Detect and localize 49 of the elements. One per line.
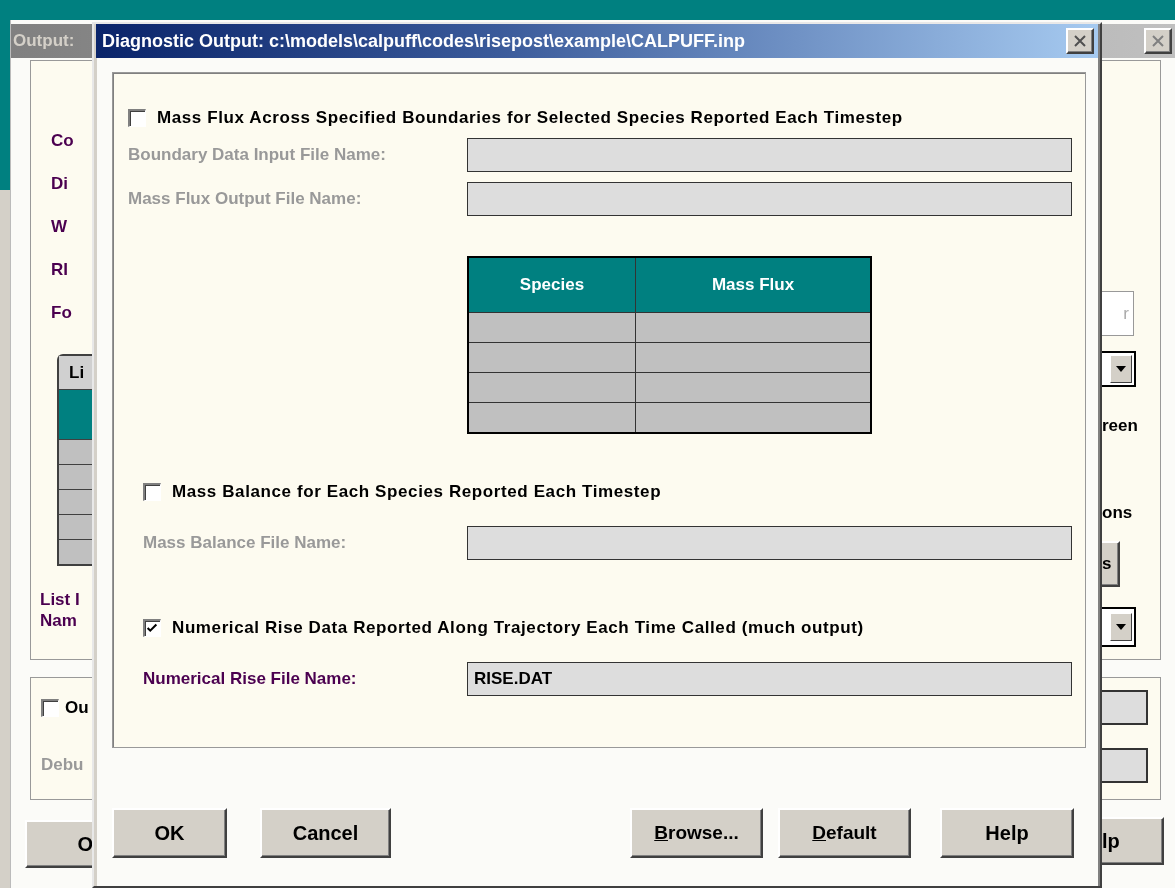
caption-text: Nam <box>40 610 78 631</box>
input-field[interactable] <box>467 526 1072 560</box>
field-label: W <box>51 216 69 238</box>
ok-button[interactable]: O <box>25 820 92 868</box>
checkbox-label: Ou <box>65 698 89 718</box>
input-field[interactable] <box>467 182 1072 216</box>
option-label: ons <box>1102 502 1134 524</box>
close-icon <box>1151 35 1165 47</box>
field-label: Co <box>51 130 75 152</box>
window-title: Diagnostic Output: c:\models\calpuff\codes\risepost\example\CALPUFF.inp <box>102 30 746 52</box>
field-label: Di <box>51 173 69 195</box>
checkbox-label: Mass Flux Across Specified Boundaries for Selected Species Reported Each Timestep <box>157 108 903 128</box>
dropdown[interactable] <box>1102 607 1136 647</box>
checkbox[interactable] <box>41 699 59 717</box>
input-field[interactable]: RISE.DAT <box>467 662 1072 696</box>
close-icon <box>1073 35 1087 47</box>
close-button[interactable] <box>1144 28 1172 54</box>
dialog-button[interactable]: Cancel <box>260 808 391 858</box>
list-header: Li <box>59 356 92 389</box>
dialog-button[interactable]: Browse... <box>630 808 763 858</box>
field-label: Boundary Data Input File Name: <box>128 145 387 165</box>
field-value: RISE.DAT <box>474 669 553 689</box>
input-field[interactable] <box>1102 690 1148 725</box>
window-title: Output: <box>13 31 75 51</box>
caption-text: List I <box>40 589 81 610</box>
checkbox[interactable] <box>128 109 146 127</box>
field-label: Debu <box>41 755 85 775</box>
field-label: Numerical Rise File Name: <box>143 669 358 689</box>
column-header: Species <box>469 258 636 312</box>
option-label: reen <box>1102 415 1139 437</box>
field-label: RI <box>51 259 69 281</box>
dialog-button[interactable]: OK <box>112 808 227 858</box>
cut-off-button[interactable]: lp <box>1102 817 1164 865</box>
checkbox[interactable] <box>143 619 161 637</box>
close-button[interactable] <box>1066 28 1094 54</box>
column-header: Mass Flux <box>710 274 796 296</box>
field-label: Mass Balance File Name: <box>143 533 348 553</box>
checkbox[interactable] <box>143 483 161 501</box>
dropdown[interactable] <box>1102 351 1136 387</box>
dialog-button[interactable]: Help <box>940 808 1074 858</box>
input-field[interactable] <box>467 138 1072 172</box>
dialog-button[interactable]: Default <box>778 808 911 858</box>
field-label: Mass Flux Output File Name: <box>128 189 363 209</box>
field-label: Fo <box>51 302 73 324</box>
checkbox-label: Mass Balance for Each Species Reported Each Timestep <box>172 482 662 502</box>
check-icon <box>145 621 159 635</box>
input-field[interactable] <box>1102 748 1148 783</box>
checkbox-label: Numerical Rise Data Reported Along Trajectory Each Time Called (much output) <box>172 618 864 638</box>
options-button[interactable]: s <box>1102 541 1120 587</box>
